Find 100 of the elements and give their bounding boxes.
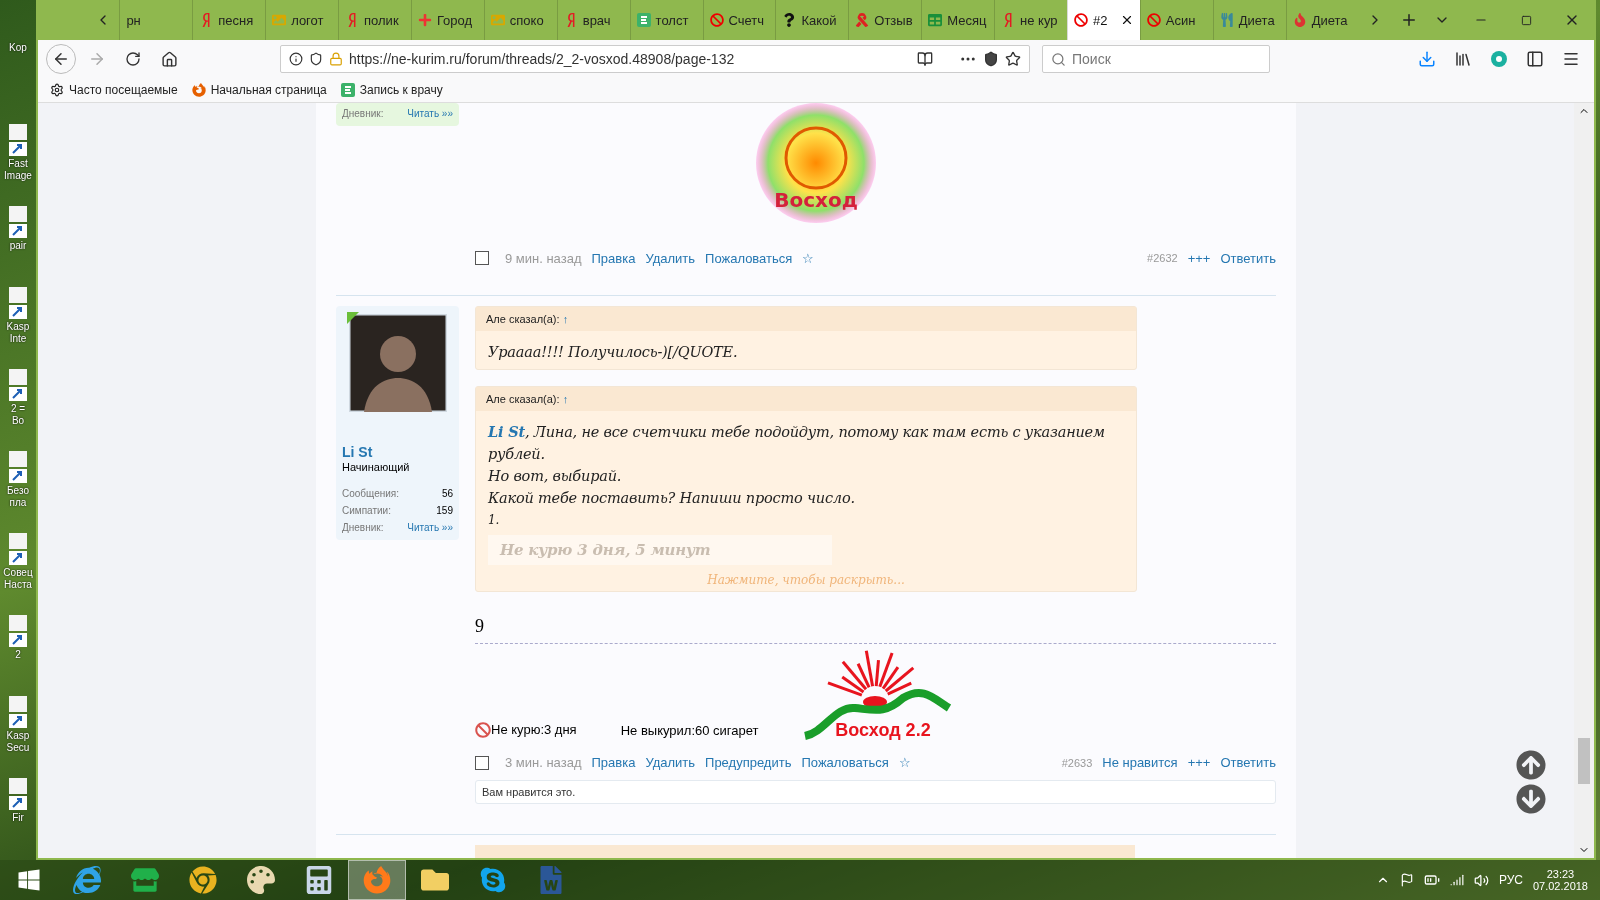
home-icon[interactable] bbox=[160, 50, 178, 68]
post-action-link[interactable]: +++ bbox=[1187, 250, 1211, 266]
scroll-to-bottom-icon[interactable] bbox=[1516, 784, 1546, 814]
shortcut-icon[interactable] bbox=[7, 614, 29, 649]
desktop-icon-label[interactable]: pair bbox=[9, 239, 27, 252]
desktop-icon-label[interactable]: Secu bbox=[6, 742, 30, 755]
reader-view-icon[interactable] bbox=[917, 51, 933, 67]
volume-icon[interactable] bbox=[1473, 872, 1489, 888]
menu-icon[interactable] bbox=[1562, 50, 1580, 68]
desktop-icon-label[interactable]: Kasp bbox=[6, 730, 30, 743]
post-action-link[interactable]: Ответить bbox=[1220, 755, 1276, 771]
maximize-icon[interactable] bbox=[1520, 14, 1532, 26]
shortcut-icon[interactable] bbox=[7, 369, 29, 404]
likes-bar: Вам нравится это. bbox=[475, 779, 1276, 804]
desktop-icon-label[interactable]: пла bbox=[9, 497, 27, 509]
shortcut-icon[interactable] bbox=[7, 778, 29, 813]
shortcut-icon[interactable] bbox=[7, 205, 29, 240]
post-action-link[interactable]: Правка bbox=[591, 250, 636, 266]
quote-text: 1. bbox=[488, 511, 501, 529]
url-text[interactable]: https://ne-kurim.ru/forum/threads/2_2-vosxod.48908/page-132 bbox=[349, 51, 911, 67]
avatar-placeholder[interactable] bbox=[348, 313, 447, 412]
desktop-icon-label[interactable]: 2 bbox=[15, 648, 21, 661]
clock[interactable]: 23:23 07.02.2018 bbox=[1532, 868, 1588, 892]
bookmark-star[interactable]: ☆ bbox=[802, 250, 815, 266]
post-action-link[interactable]: Удалить bbox=[645, 755, 696, 771]
shortcut-icon[interactable] bbox=[7, 287, 29, 322]
search-field[interactable]: Поиск bbox=[1042, 45, 1270, 73]
counter-text: Не курю:3 дня bbox=[491, 722, 577, 738]
post-action-link[interactable]: Пожаловаться bbox=[705, 250, 793, 266]
browser-tab[interactable]: #2 bbox=[1066, 0, 1140, 40]
scrollbar-thumb[interactable] bbox=[1578, 738, 1590, 784]
ie-icon[interactable] bbox=[73, 866, 101, 894]
store-icon[interactable] bbox=[131, 866, 159, 894]
language-indicator[interactable]: РУС bbox=[1498, 873, 1523, 887]
post-action-link[interactable]: +++ bbox=[1187, 755, 1211, 771]
stat-value[interactable]: Читать »» bbox=[407, 105, 453, 122]
shortcut-icon[interactable] bbox=[7, 696, 29, 731]
quote-arrow-link[interactable]: ↑ bbox=[562, 312, 569, 325]
stat-value: 159 bbox=[436, 503, 453, 518]
quote-text: Но вот, выбирай. bbox=[488, 466, 623, 486]
post-action-link[interactable]: Правка bbox=[591, 755, 636, 771]
shield-icon[interactable] bbox=[309, 52, 323, 66]
sidebar-icon[interactable] bbox=[1526, 50, 1544, 68]
post-action-link[interactable]: Ответить bbox=[1220, 250, 1276, 266]
post-number[interactable]: #2632 bbox=[1147, 252, 1178, 264]
scroll-to-top-icon[interactable] bbox=[1516, 750, 1546, 780]
quote-arrow-link[interactable]: ↑ bbox=[562, 392, 569, 405]
desktop-icon-label[interactable]: Безо bbox=[7, 485, 29, 497]
bookmark-item[interactable]: Запись к врачу bbox=[340, 83, 443, 97]
quote-text: Li St, Лина, не все счетчики тебе подойдут, потому как там есть с указанием рублей. bbox=[488, 421, 1106, 464]
chrome-icon[interactable] bbox=[189, 866, 217, 894]
desktop-icon-label[interactable]: Наста bbox=[4, 578, 32, 591]
skype-icon[interactable] bbox=[479, 866, 507, 894]
desktop-icon-label[interactable]: Совец bbox=[3, 566, 33, 579]
info-icon[interactable] bbox=[289, 52, 303, 66]
post-action-link[interactable]: Удалить bbox=[645, 250, 696, 266]
stat-label: Дневник: bbox=[342, 520, 384, 535]
post-action-link[interactable]: Не нравится bbox=[1102, 755, 1178, 771]
desktop-icon-label[interactable]: Bo bbox=[11, 415, 25, 428]
flag-icon[interactable] bbox=[1399, 873, 1414, 887]
cross-icon bbox=[417, 13, 432, 27]
search-placeholder[interactable]: Поиск bbox=[1072, 51, 1111, 67]
desktop-icon-label[interactable]: Kasp bbox=[6, 321, 30, 334]
stat-value[interactable]: Читать »» bbox=[407, 518, 453, 536]
address-bar[interactable]: https://ne-kurim.ru/forum/threads/2_2-vosxod.48908/page-132 bbox=[280, 45, 1030, 73]
reload-icon[interactable] bbox=[125, 51, 141, 67]
extension-icon[interactable] bbox=[1490, 50, 1508, 68]
shortcut-icon[interactable] bbox=[7, 451, 29, 485]
checkbox[interactable] bbox=[475, 251, 489, 265]
palette-icon[interactable] bbox=[247, 866, 275, 894]
table-icon bbox=[928, 13, 943, 27]
signal-icon[interactable] bbox=[1449, 873, 1464, 887]
star-icon[interactable] bbox=[1005, 51, 1021, 67]
user-title: Начинающий bbox=[342, 459, 411, 475]
checkbox[interactable] bbox=[475, 755, 489, 770]
desktop-icon-label[interactable]: 2 = bbox=[10, 403, 26, 416]
sunrise-logo-drawing: Восход 2.2 bbox=[802, 647, 953, 744]
scrollbar[interactable] bbox=[1574, 103, 1594, 858]
firefox-icon bbox=[191, 83, 206, 97]
calculator-icon[interactable] bbox=[305, 866, 333, 894]
username-link[interactable]: Li St bbox=[342, 443, 453, 460]
post-action-link[interactable]: Предупредить bbox=[705, 755, 792, 771]
post-action-link[interactable]: Пожаловаться bbox=[801, 755, 889, 771]
battery-icon[interactable] bbox=[1423, 872, 1440, 888]
bookmark-item[interactable]: Часто посещаемые bbox=[50, 83, 178, 97]
post-number[interactable]: #2633 bbox=[1061, 756, 1093, 769]
desktop-icon-label[interactable]: Kop bbox=[9, 42, 27, 54]
desktop-icon-label[interactable]: Image bbox=[4, 169, 32, 182]
shortcut-icon[interactable] bbox=[7, 532, 29, 567]
bookmark-star[interactable]: ☆ bbox=[898, 755, 911, 771]
download-icon[interactable] bbox=[1418, 50, 1436, 68]
document-icon bbox=[340, 83, 355, 97]
desktop-icon-label[interactable]: Fir bbox=[12, 812, 24, 825]
desktop-icon-label[interactable]: Inte bbox=[9, 333, 27, 346]
bookmark-item[interactable]: Начальная страница bbox=[191, 83, 327, 97]
ribbon-icon bbox=[855, 13, 870, 27]
windows-logo-icon[interactable] bbox=[17, 868, 41, 892]
desktop-icon-label[interactable]: Fast bbox=[8, 157, 28, 170]
shortcut-icon[interactable] bbox=[7, 123, 29, 158]
library-icon[interactable] bbox=[1454, 50, 1472, 68]
